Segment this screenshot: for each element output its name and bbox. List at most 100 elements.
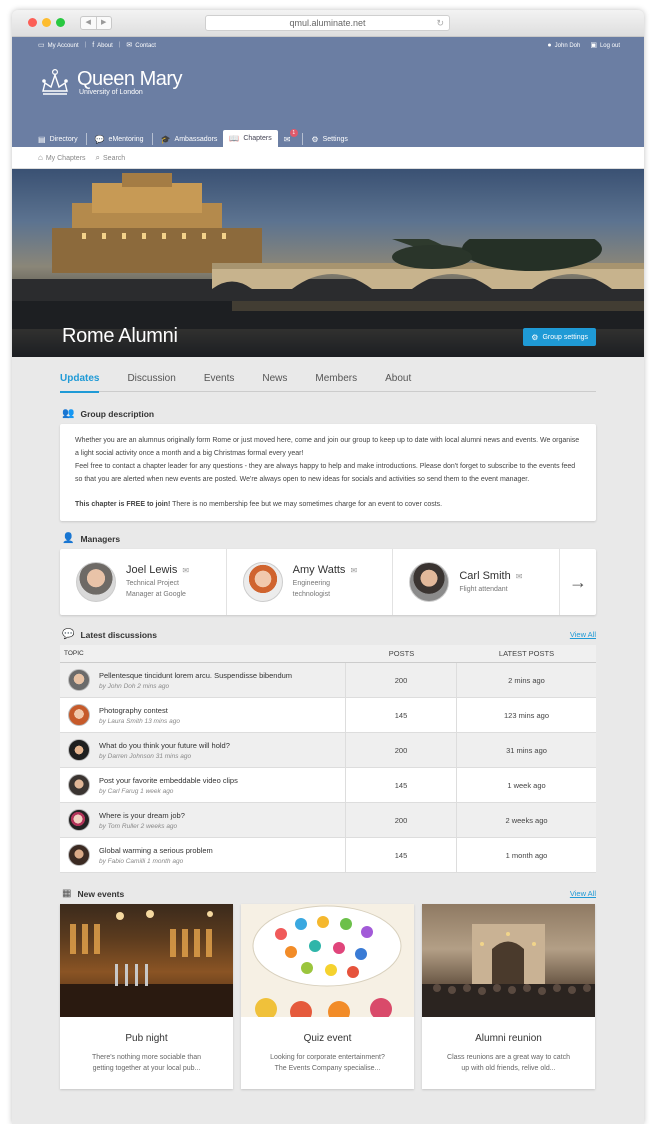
my-chapters-link[interactable]: ⌂ My Chapters (38, 153, 86, 162)
maximize-window-button[interactable] (56, 18, 65, 27)
tab-settings[interactable]: ⚙ Settings (305, 131, 353, 147)
latest-post-time: 2 mins ago (508, 675, 545, 685)
group-description-card: Whether you are an alumnus originally fo… (60, 424, 596, 521)
event-description: Looking for corporate entertainment? The … (241, 1052, 414, 1074)
manager-card[interactable]: Carl Smith ✉ Flight attendant (393, 549, 561, 615)
minimize-window-button[interactable] (42, 18, 51, 27)
manager-card[interactable]: Amy Watts ✉ Engineering technologist (227, 549, 394, 615)
contact-link[interactable]: ✉ Contact (126, 41, 156, 49)
arrow-right-icon[interactable]: → (560, 549, 596, 615)
avatar (68, 844, 90, 866)
manager-role: Flight attendant (459, 585, 508, 593)
divider: | (84, 42, 87, 48)
event-description-line: getting together at your local pub... (92, 1065, 201, 1072)
directory-icon: ▤ (38, 134, 46, 144)
table-row[interactable]: Photography contest by Laura Smith 13 min… (60, 698, 596, 733)
description-paragraph: Whether you are an alumnus originally fo… (75, 437, 580, 457)
envelope-icon[interactable]: ✉ (350, 566, 357, 575)
envelope-icon[interactable]: ✉ (516, 572, 523, 581)
avatar (68, 739, 90, 761)
user-menu[interactable]: ● John Doh (547, 42, 580, 49)
table-header: TOPIC POSTS LATEST POSTS (60, 645, 596, 663)
event-card[interactable]: Alumni reunion Class reunions are a grea… (422, 904, 595, 1089)
tab-divider (85, 133, 87, 145)
section-title: Group description (80, 408, 155, 419)
event-card[interactable]: Quiz event Looking for corporate enterta… (241, 904, 414, 1089)
browser-window: ◀ ▶ qmul.aluminate.net ↻ ▭ My Account | f… (12, 10, 644, 1124)
table-body: Pellentesque tincidunt lorem arcu. Suspe… (60, 663, 596, 873)
latest-post-time: 2 weeks ago (505, 815, 548, 825)
description-paragraph: Feel free to contact a chapter leader fo… (75, 463, 576, 483)
view-all-discussions-link[interactable]: View All (570, 630, 596, 639)
envelope-icon[interactable]: ✉ (182, 566, 189, 575)
address-bar[interactable]: qmul.aluminate.net ↻ (205, 15, 450, 31)
tab-discussion[interactable]: Discussion (127, 373, 175, 392)
reload-icon[interactable]: ↻ (436, 16, 444, 30)
tab-ementoring[interactable]: 💬 eMentoring (89, 131, 150, 147)
avatar (68, 774, 90, 796)
post-count: 200 (346, 803, 457, 837)
tab-chapters[interactable]: 📖 Chapters (223, 130, 278, 147)
forward-arrow-icon[interactable]: ▶ (95, 17, 112, 29)
table-row[interactable]: Post your favorite embeddable video clip… (60, 768, 596, 803)
topic-author: by Fabio Camilli 1 month ago (99, 857, 184, 865)
tab-members[interactable]: Members (315, 373, 357, 392)
latest-post-time: 1 month ago (505, 850, 548, 860)
tab-messages[interactable]: ✉ 1 (278, 128, 301, 147)
search-label: Search (103, 154, 126, 162)
url-text: qmul.aluminate.net (289, 18, 366, 28)
table-row[interactable]: Pellentesque tincidunt lorem arcu. Suspe… (60, 663, 596, 698)
search-link[interactable]: ⌕ Search (96, 153, 126, 163)
tab-directory[interactable]: ▤ Directory (32, 131, 84, 147)
logout-link[interactable]: ▣ Log out (590, 41, 620, 49)
post-count: 145 (346, 838, 457, 872)
event-description-line: The Events Company specialise... (274, 1065, 381, 1072)
tab-label: eMentoring (108, 135, 144, 143)
post-count: 145 (346, 698, 457, 732)
table-row[interactable]: What do you think your future will hold?… (60, 733, 596, 768)
manager-name: Joel Lewis (126, 564, 178, 576)
column-header-posts: POSTS (388, 649, 415, 658)
tab-label: Settings (322, 135, 348, 143)
crown-crest-icon (37, 67, 73, 97)
managers-card: Joel Lewis ✉ Technical Project Manager at… (60, 549, 596, 615)
close-window-button[interactable] (28, 18, 37, 27)
tab-about[interactable]: About (385, 373, 411, 392)
back-arrow-icon[interactable]: ◀ (81, 17, 96, 29)
tab-ambassadors[interactable]: 🎓 Ambassadors (155, 131, 224, 147)
topic-title[interactable]: Photography contest (99, 706, 180, 715)
avatar (68, 704, 90, 726)
main-tabs: ▤ Directory 💬 eMentoring 🎓 Ambassadors 📖 Cha… (32, 128, 354, 147)
my-account-link[interactable]: ▭ My Account (38, 41, 79, 49)
divider: | (118, 42, 121, 48)
group-settings-label: Group settings (542, 333, 588, 341)
events-list: Pub night There's nothing more sociable … (60, 904, 596, 1089)
tab-news[interactable]: News (262, 373, 287, 392)
section-title: New events (77, 888, 125, 899)
manager-role: Technical Project (126, 580, 179, 587)
university-logo[interactable]: Queen Mary University of London (37, 67, 183, 97)
event-card[interactable]: Pub night There's nothing more sociable … (60, 904, 233, 1089)
about-link[interactable]: f About (92, 42, 113, 49)
my-chapters-label: My Chapters (45, 155, 86, 162)
view-all-events-link[interactable]: View All (570, 889, 596, 898)
table-row[interactable]: Where is your dream job? by Tom Ruller 2 … (60, 803, 596, 838)
site-header: ▭ My Account | f About | ✉ Contact ● John Do… (12, 37, 644, 147)
user-icon: 👤 (62, 533, 75, 544)
topic-title[interactable]: What do you think your future will hold? (99, 741, 230, 750)
topic-author: by Carl Farug 1 week ago (99, 787, 174, 795)
group-icon: 👥 (62, 408, 75, 419)
gear-icon: ⚙ (311, 134, 319, 144)
topic-title[interactable]: Pellentesque tincidunt lorem arcu. Suspe… (99, 671, 292, 680)
topic-title[interactable]: Post your favorite embeddable video clip… (99, 776, 238, 785)
topic-title[interactable]: Where is your dream job? (99, 811, 185, 820)
table-row[interactable]: Global warming a serious problem by Fabio… (60, 838, 596, 873)
tab-updates[interactable]: Updates (60, 373, 100, 393)
tab-events[interactable]: Events (204, 373, 235, 392)
my-account-label: My Account (47, 43, 79, 49)
avatar (68, 809, 90, 831)
lock-icon: ▣ (590, 42, 597, 49)
topic-title[interactable]: Global warming a serious problem (99, 846, 213, 855)
manager-card[interactable]: Joel Lewis ✉ Technical Project Manager at… (60, 549, 227, 615)
group-settings-button[interactable]: ⚙ Group settings (523, 328, 596, 346)
